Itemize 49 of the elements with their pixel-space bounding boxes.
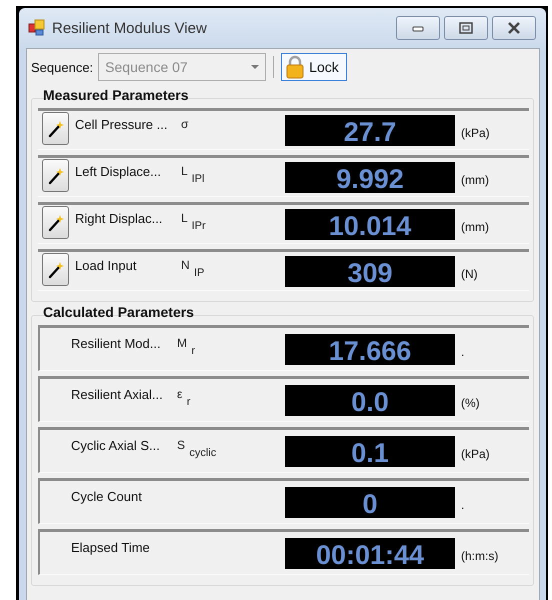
value-readout: 27.7: [285, 114, 455, 146]
unit-label: .: [461, 345, 466, 359]
maximize-icon: [458, 21, 474, 35]
unit-label: (kPa): [461, 126, 491, 140]
parameter-label: Cyclic Axial S...: [71, 438, 161, 453]
value-readout: 00:01:44: [285, 538, 455, 568]
wand-button[interactable]: [42, 112, 69, 145]
parameter-label: Cell Pressure ...: [75, 117, 168, 132]
parameter-symbol: σ: [181, 117, 190, 131]
wand-button[interactable]: [42, 253, 69, 286]
maximize-button[interactable]: [444, 16, 488, 40]
wand-icon: [48, 260, 64, 278]
sequence-label: Sequence:: [31, 60, 94, 74]
unit-label: (kPa): [461, 447, 491, 461]
wand-icon: [48, 214, 64, 232]
minimize-button[interactable]: [396, 16, 440, 40]
group-title: Measured Parameters: [43, 87, 189, 103]
parameter-label: Left Displace...: [75, 164, 162, 179]
parameter-label: Resilient Mod...: [71, 336, 162, 351]
value-readout: 9.992: [285, 162, 455, 192]
parameter-label: Resilient Axial...: [71, 387, 164, 402]
padlock-icon: [285, 55, 306, 79]
wand-icon: [48, 120, 64, 138]
wand-button[interactable]: [42, 159, 69, 192]
value-readout: 0: [285, 486, 455, 518]
wand-icon: [48, 166, 64, 184]
unit-label: (mm): [461, 173, 490, 187]
value-readout: 0.1: [285, 436, 455, 466]
wand-button[interactable]: [42, 206, 69, 239]
close-button[interactable]: [492, 16, 536, 40]
unit-label: .: [461, 498, 466, 512]
value-readout: 17.666: [285, 334, 455, 364]
app-icon: [28, 19, 46, 37]
unit-label: (mm): [461, 220, 490, 234]
parameter-label: Cycle Count: [71, 489, 143, 504]
unit-label: (h:m:s): [461, 549, 500, 563]
group-title: Calculated Parameters: [43, 304, 194, 320]
parameter-label: Right Displac...: [75, 211, 164, 226]
value-readout: 309: [285, 256, 455, 286]
close-icon: [506, 21, 522, 35]
lock-button[interactable]: Lock: [281, 53, 347, 81]
value-readout: 10.014: [285, 208, 455, 240]
unit-label: (%): [461, 396, 481, 410]
parameter-label: Elapsed Time: [71, 540, 151, 555]
window-title: Resilient Modulus View: [52, 20, 208, 36]
value-readout: 0.0: [285, 384, 455, 416]
dropdown-arrow-icon: [251, 64, 260, 70]
unit-label: (N): [461, 267, 479, 281]
parameter-label: Load Input: [75, 258, 138, 273]
